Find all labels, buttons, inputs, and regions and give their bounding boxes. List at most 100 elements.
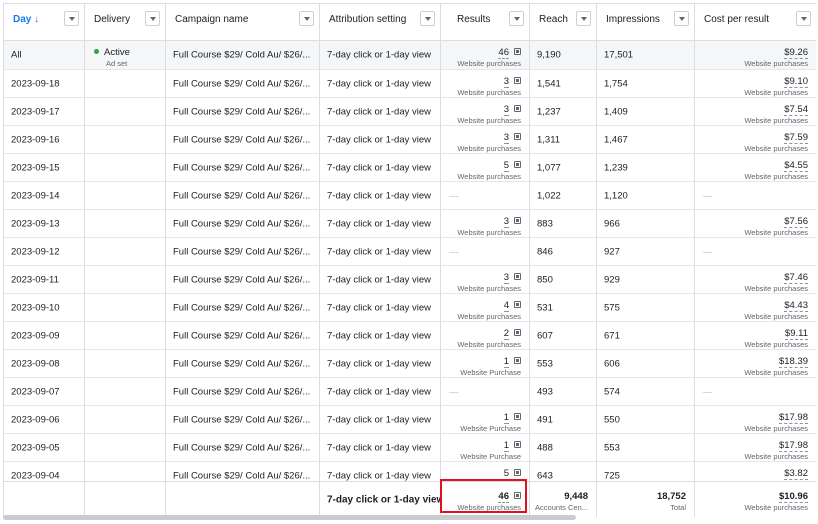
info-icon[interactable] (514, 77, 521, 84)
horizontal-scrollbar[interactable] (3, 515, 576, 520)
cell-day: 2023-09-07 (4, 378, 85, 406)
table-header: Day ↓ Delivery Campaign name Attribution… (4, 4, 816, 41)
cell-day: 2023-09-05 (4, 434, 85, 462)
cell-campaign[interactable]: Full Course $29/ Cold Au/ $26/... (166, 41, 320, 70)
cell-delivery (85, 434, 166, 462)
info-icon[interactable] (514, 105, 521, 112)
cell-reach: 531 (530, 294, 597, 322)
cell-campaign[interactable]: Full Course $29/ Cold Au/ $26/... (166, 70, 320, 98)
cell-reach: 607 (530, 322, 597, 350)
cell-campaign[interactable]: Full Course $29/ Cold Au/ $26/... (166, 126, 320, 154)
footer-attribution: 7-day click or 1-day view (320, 481, 441, 517)
table-row[interactable]: 2023-09-06 Full Course $29/ Cold Au/ $26/… (4, 406, 816, 434)
cell-results: — (441, 182, 530, 210)
chevron-down-icon[interactable] (420, 11, 435, 26)
info-icon[interactable] (514, 273, 521, 280)
cell-campaign[interactable]: Full Course $29/ Cold Au/ $26/... (166, 238, 320, 266)
table-row[interactable]: 2023-09-17 Full Course $29/ Cold Au/ $26/… (4, 98, 816, 126)
chevron-down-icon[interactable] (145, 11, 160, 26)
cell-reach: 1,237 (530, 98, 597, 126)
table-row[interactable]: 2023-09-10 Full Course $29/ Cold Au/ $26/… (4, 294, 816, 322)
cell-campaign[interactable]: Full Course $29/ Cold Au/ $26/... (166, 322, 320, 350)
info-icon[interactable] (514, 469, 521, 476)
col-delivery[interactable]: Delivery (85, 4, 166, 41)
cell-day: 2023-09-10 (4, 294, 85, 322)
info-icon[interactable] (514, 161, 521, 168)
cell-results: 3 Website purchases (441, 210, 530, 238)
table-row[interactable]: 2023-09-08 Full Course $29/ Cold Au/ $26/… (4, 350, 816, 378)
table-row[interactable]: 2023-09-18 Full Course $29/ Cold Au/ $26/… (4, 70, 816, 98)
table-row-all[interactable]: All Active Ad set Full Course $29/ Cold … (4, 41, 816, 70)
cell-day: 2023-09-06 (4, 406, 85, 434)
cell-day: 2023-09-18 (4, 70, 85, 98)
cell-campaign[interactable]: Full Course $29/ Cold Au/ $26/... (166, 434, 320, 462)
cell-campaign[interactable]: Full Course $29/ Cold Au/ $26/... (166, 182, 320, 210)
info-icon[interactable] (514, 492, 521, 499)
cell-attribution: 7-day click or 1-day view (320, 434, 441, 462)
cell-delivery (85, 378, 166, 406)
cell-attribution: 7-day click or 1-day view (320, 350, 441, 378)
info-icon[interactable] (514, 329, 521, 336)
cell-campaign[interactable]: Full Course $29/ Cold Au/ $26/... (166, 378, 320, 406)
cell-attribution: 7-day click or 1-day view (320, 406, 441, 434)
table-row[interactable]: 2023-09-15 Full Course $29/ Cold Au/ $26/… (4, 154, 816, 182)
cell-cpr: $9.11 Website purchases (695, 322, 816, 350)
cell-campaign[interactable]: Full Course $29/ Cold Au/ $26/... (166, 294, 320, 322)
cell-delivery (85, 294, 166, 322)
cell-campaign[interactable]: Full Course $29/ Cold Au/ $26/... (166, 406, 320, 434)
table-row[interactable]: 2023-09-05 Full Course $29/ Cold Au/ $26/… (4, 434, 816, 462)
cell-results: 3 Website purchases (441, 98, 530, 126)
cell-day: 2023-09-16 (4, 126, 85, 154)
info-icon[interactable] (514, 441, 521, 448)
chevron-down-icon[interactable] (299, 11, 314, 26)
cell-impressions: 1,754 (597, 70, 695, 98)
cell-cpr: — (695, 182, 816, 210)
empty-dash: — (703, 246, 713, 257)
table-row[interactable]: 2023-09-09 Full Course $29/ Cold Au/ $26/… (4, 322, 816, 350)
chevron-down-icon[interactable] (576, 11, 591, 26)
col-reach-label: Reach (539, 14, 568, 25)
cell-delivery (85, 98, 166, 126)
cell-day: 2023-09-11 (4, 266, 85, 294)
table-row[interactable]: 2023-09-07 Full Course $29/ Cold Au/ $26/… (4, 378, 816, 406)
info-icon[interactable] (514, 301, 521, 308)
cell-cpr: $4.43 Website purchases (695, 294, 816, 322)
col-cpr[interactable]: Cost per result (695, 4, 816, 41)
cell-campaign[interactable]: Full Course $29/ Cold Au/ $26/... (166, 154, 320, 182)
table-row[interactable]: 2023-09-11 Full Course $29/ Cold Au/ $26/… (4, 266, 816, 294)
active-status-dot (94, 49, 99, 54)
chevron-down-icon[interactable] (64, 11, 79, 26)
table-row[interactable]: 2023-09-13 Full Course $29/ Cold Au/ $26/… (4, 210, 816, 238)
col-reach[interactable]: Reach (530, 4, 597, 41)
cell-delivery (85, 210, 166, 238)
table-row[interactable]: 2023-09-16 Full Course $29/ Cold Au/ $26/… (4, 126, 816, 154)
info-icon[interactable] (514, 357, 521, 364)
col-impressions[interactable]: Impressions (597, 4, 695, 41)
chevron-down-icon[interactable] (509, 11, 524, 26)
cell-campaign[interactable]: Full Course $29/ Cold Au/ $26/... (166, 350, 320, 378)
cell-delivery (85, 126, 166, 154)
col-attribution[interactable]: Attribution setting (320, 4, 441, 41)
cell-reach: 1,311 (530, 126, 597, 154)
col-attribution-label: Attribution setting (329, 14, 407, 25)
cell-day: 2023-09-14 (4, 182, 85, 210)
chevron-down-icon[interactable] (796, 11, 811, 26)
col-results[interactable]: Results (441, 4, 530, 41)
cell-campaign[interactable]: Full Course $29/ Cold Au/ $26/... (166, 210, 320, 238)
info-icon[interactable] (514, 133, 521, 140)
cell-results: — (441, 238, 530, 266)
cell-day: 2023-09-17 (4, 98, 85, 126)
chevron-down-icon[interactable] (674, 11, 689, 26)
cell-attribution: 7-day click or 1-day view (320, 126, 441, 154)
info-icon[interactable] (514, 48, 521, 55)
info-icon[interactable] (514, 217, 521, 224)
delivery-status: Active (104, 47, 130, 58)
cell-campaign[interactable]: Full Course $29/ Cold Au/ $26/... (166, 266, 320, 294)
table-row[interactable]: 2023-09-14 Full Course $29/ Cold Au/ $26/… (4, 182, 816, 210)
cell-results: 2 Website purchases (441, 322, 530, 350)
col-campaign[interactable]: Campaign name (166, 4, 320, 41)
table-row[interactable]: 2023-09-12 Full Course $29/ Cold Au/ $26/… (4, 238, 816, 266)
info-icon[interactable] (514, 413, 521, 420)
cell-campaign[interactable]: Full Course $29/ Cold Au/ $26/... (166, 98, 320, 126)
col-day[interactable]: Day ↓ (4, 4, 85, 41)
